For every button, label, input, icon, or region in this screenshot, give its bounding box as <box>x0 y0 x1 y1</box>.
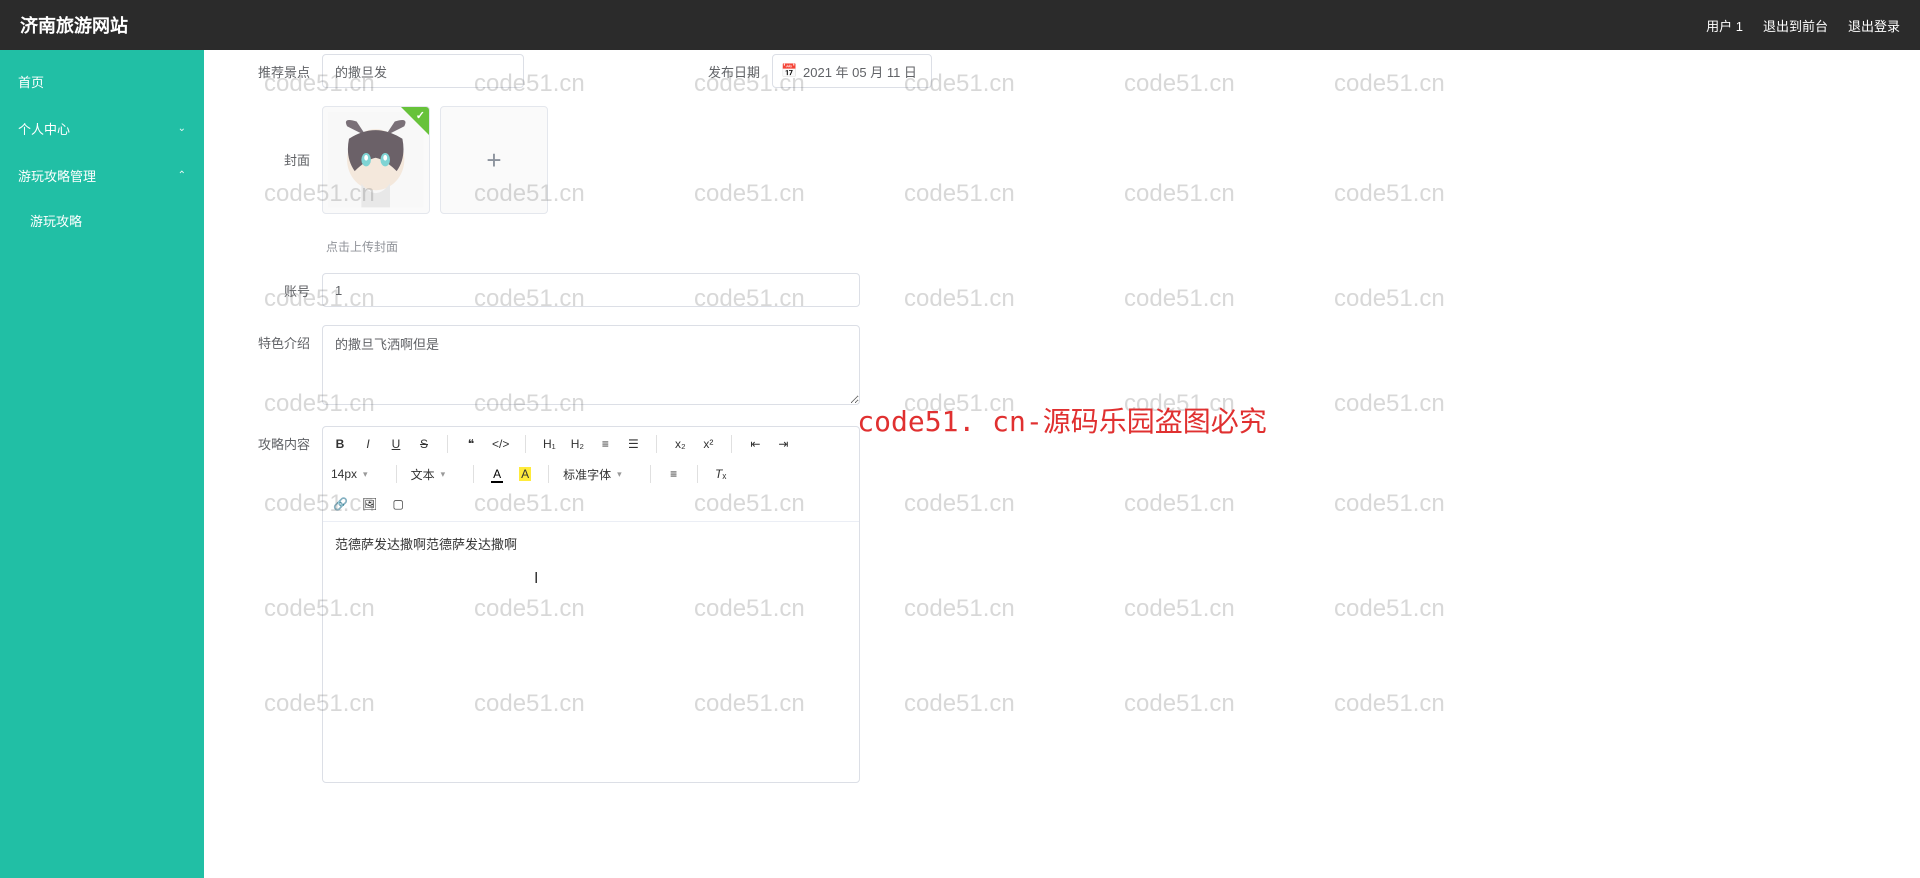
underline-button[interactable]: U <box>387 433 405 455</box>
indent-button[interactable]: ⇤ <box>746 433 764 455</box>
bg-color-button[interactable]: A <box>516 463 534 485</box>
recommend-label: 推荐景点 <box>234 62 322 81</box>
cover-hint: 点击上传封面 <box>326 238 548 255</box>
sidebar-item-strategy[interactable]: 游玩攻略 <box>0 199 204 242</box>
editor-toolbar: B I U S ❝ </> H₁ H₂ ≡ ☰ x₂ x² <box>323 427 859 522</box>
check-icon: ✓ <box>416 109 425 122</box>
link-button[interactable]: 🔗 <box>331 493 350 515</box>
bold-button[interactable]: B <box>331 433 349 455</box>
font-type-select[interactable]: 文本 <box>411 466 460 483</box>
outdent-button[interactable]: ⇥ <box>774 433 792 455</box>
publish-date-label: 发布日期 <box>684 62 772 81</box>
sidebar-item-personal[interactable]: 个人中心 ⌄ <box>0 105 204 152</box>
rich-text-editor: B I U S ❝ </> H₁ H₂ ≡ ☰ x₂ x² <box>322 426 860 783</box>
sidebar-item-home[interactable]: 首页 <box>0 58 204 105</box>
h1-button[interactable]: H₁ <box>540 433 558 455</box>
chevron-up-icon: ⌃ <box>178 170 186 181</box>
account-input[interactable] <box>322 273 860 307</box>
font-color-button[interactable]: A <box>488 463 506 485</box>
unordered-list-button[interactable]: ☰ <box>624 433 642 455</box>
clear-format-button[interactable]: Tₓ <box>712 463 730 485</box>
exit-front-link[interactable]: 退出到前台 <box>1763 16 1828 35</box>
cover-thumbnail-uploaded[interactable]: ✓ <box>322 106 430 214</box>
font-family-select[interactable]: 标准字体 <box>563 466 636 483</box>
topbar-actions: 用户 1 退出到前台 退出登录 <box>1706 16 1900 35</box>
feature-textarea[interactable] <box>322 325 860 405</box>
video-button[interactable]: ▢ <box>389 493 407 515</box>
subscript-button[interactable]: x₂ <box>671 433 689 455</box>
image-button[interactable]: 🖼 <box>360 493 379 515</box>
italic-button[interactable]: I <box>359 433 377 455</box>
logout-link[interactable]: 退出登录 <box>1848 16 1900 35</box>
plus-icon: + <box>486 145 501 176</box>
site-title: 济南旅游网站 <box>20 12 128 38</box>
main-content: 推荐景点 发布日期 📅 2021 年 05 月 11 日 封面 <box>204 50 1920 878</box>
strike-button[interactable]: S <box>415 433 433 455</box>
cover-label: 封面 <box>234 106 322 169</box>
recommend-input[interactable] <box>322 54 524 88</box>
cover-upload-add[interactable]: + <box>440 106 548 214</box>
account-label: 账号 <box>234 273 322 300</box>
user-label[interactable]: 用户 1 <box>1706 16 1743 35</box>
feature-label: 特色介绍 <box>234 325 322 352</box>
sidebar-item-strategy-mgmt[interactable]: 游玩攻略管理 ⌃ <box>0 152 204 199</box>
topbar: 济南旅游网站 用户 1 退出到前台 退出登录 <box>0 0 1920 50</box>
content-label: 攻略内容 <box>234 426 322 453</box>
ordered-list-button[interactable]: ≡ <box>596 433 614 455</box>
chevron-down-icon: ⌄ <box>178 123 186 134</box>
editor-content-area[interactable]: 范德萨发达撒啊范德萨发达撒啊 <box>323 522 859 782</box>
superscript-button[interactable]: x² <box>699 433 717 455</box>
code-button[interactable]: </> <box>490 433 511 455</box>
sidebar: 首页 个人中心 ⌄ 游玩攻略管理 ⌃ 游玩攻略 <box>0 50 204 878</box>
align-button[interactable]: ≡ <box>665 463 683 485</box>
publish-date-input[interactable]: 📅 2021 年 05 月 11 日 <box>772 54 932 88</box>
calendar-icon: 📅 <box>781 63 797 79</box>
h2-button[interactable]: H₂ <box>568 433 586 455</box>
font-size-select[interactable]: 14px <box>331 467 382 481</box>
quote-button[interactable]: ❝ <box>462 433 480 455</box>
